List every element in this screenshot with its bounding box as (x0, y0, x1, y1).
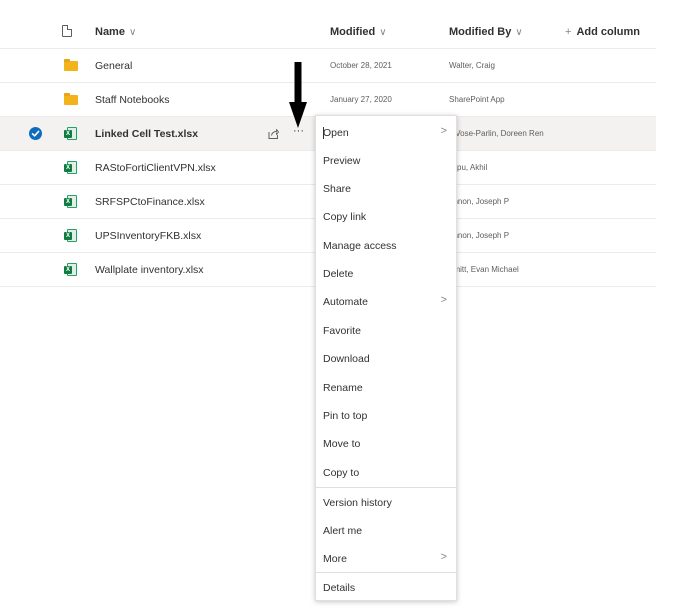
menu-item-alert-me-label: Alert me (323, 525, 363, 537)
modified-by: annon, Joseph P (449, 231, 510, 240)
menu-item-download[interactable]: Download (316, 344, 456, 372)
menu-item-delete[interactable]: Delete (316, 259, 456, 287)
menu-item-delete-label: Delete (323, 268, 354, 280)
add-column-label: Add column (576, 26, 640, 38)
menu-item-copy-link-label: Copy link (323, 211, 367, 223)
modified-by: annon, Joseph P (449, 197, 510, 206)
file-name[interactable]: UPSInventoryFKB.xlsx (95, 230, 201, 242)
down-arrow-annotation (289, 62, 307, 128)
share-icon[interactable] (267, 127, 279, 139)
excel-file-icon: X (64, 195, 77, 208)
menu-item-favorite-label: Favorite (323, 325, 361, 337)
document-icon[interactable] (62, 25, 72, 37)
chevron-down-icon: ∨ (379, 27, 387, 38)
chevron-right-icon: > (440, 294, 447, 306)
menu-item-automate[interactable]: Automate > (316, 287, 456, 315)
column-header-modified[interactable]: Modified ∨ (330, 26, 387, 38)
menu-item-version-history[interactable]: Version history (316, 488, 456, 516)
menu-item-favorite[interactable]: Favorite (316, 316, 456, 344)
file-name[interactable]: RAStoFortiClientVPN.xlsx (95, 162, 216, 174)
context-menu: Open > Preview Share Copy link Manage ac… (315, 115, 457, 601)
table-row[interactable]: General October 28, 2021 Walter, Craig (0, 49, 656, 83)
menu-item-more-label: More (323, 553, 347, 565)
chevron-right-icon: > (440, 551, 447, 563)
file-name[interactable]: SRFSPCtoFinance.xlsx (95, 196, 205, 208)
menu-item-rename-label: Rename (323, 382, 363, 394)
modified-date: January 27, 2020 (330, 95, 392, 104)
menu-item-automate-label: Automate (323, 296, 368, 308)
column-header-modified-by[interactable]: Modified By ∨ (449, 26, 523, 38)
menu-item-alert-me[interactable]: Alert me (316, 516, 456, 544)
checkmark-icon (31, 130, 40, 137)
column-header-modified-by-label: Modified By (449, 26, 512, 38)
menu-item-details[interactable]: Details (316, 573, 456, 601)
plus-icon: + (565, 26, 572, 38)
column-header-name-label: Name (95, 26, 125, 38)
add-column-button[interactable]: + Add column (565, 26, 640, 38)
menu-item-pin-to-top[interactable]: Pin to top (316, 401, 456, 429)
excel-file-icon: X (64, 161, 77, 174)
modified-by: SharePoint App (449, 95, 505, 104)
menu-item-open[interactable]: Open > (316, 118, 456, 146)
column-header-modified-label: Modified (330, 26, 376, 38)
folder-icon (64, 59, 78, 71)
menu-item-copy-link[interactable]: Copy link (316, 202, 456, 230)
column-header-name[interactable]: Name ∨ (95, 26, 136, 38)
chevron-right-icon: > (440, 125, 447, 137)
modified-date: October 28, 2021 (330, 61, 392, 70)
file-name[interactable]: General (95, 60, 132, 72)
menu-item-copy-to-label: Copy to (323, 467, 360, 479)
menu-item-pin-to-top-label: Pin to top (323, 410, 368, 422)
menu-item-manage-access[interactable]: Manage access (316, 231, 456, 259)
file-name[interactable]: Staff Notebooks (95, 94, 170, 106)
menu-item-copy-to[interactable]: Copy to (316, 458, 456, 486)
chevron-down-icon: ∨ (515, 27, 523, 38)
table-row[interactable]: Staff Notebooks January 27, 2020 SharePo… (0, 83, 656, 117)
modified-by: elVose-Parlin, Doreen Ren (449, 129, 544, 138)
menu-item-version-history-label: Version history (323, 497, 392, 509)
menu-item-share-label: Share (323, 183, 352, 195)
menu-item-share[interactable]: Share (316, 174, 456, 202)
menu-item-move-to-label: Move to (323, 438, 361, 450)
menu-item-open-label: Open (323, 127, 349, 139)
menu-item-rename[interactable]: Rename (316, 373, 456, 401)
menu-item-preview[interactable]: Preview (316, 146, 456, 174)
menu-item-download-label: Download (323, 353, 370, 365)
list-header: Name ∨ Modified ∨ Modified By ∨ + Add column (0, 16, 656, 49)
menu-item-details-label: Details (323, 582, 356, 594)
menu-item-more[interactable]: More > (316, 544, 456, 572)
menu-item-preview-label: Preview (323, 155, 361, 167)
excel-file-icon: X (64, 229, 77, 242)
menu-item-move-to[interactable]: Move to (316, 429, 456, 457)
chevron-down-icon: ∨ (128, 27, 137, 38)
modified-by: hmitt, Evan Michael (449, 265, 519, 274)
modified-by: Walter, Craig (449, 61, 495, 70)
file-name[interactable]: Linked Cell Test.xlsx (95, 128, 198, 140)
menu-item-manage-access-label: Manage access (323, 240, 397, 252)
folder-icon (64, 93, 78, 105)
checkmark-circle-icon[interactable] (29, 127, 42, 140)
excel-file-icon: X (64, 263, 77, 276)
excel-file-icon: X (64, 127, 77, 140)
file-name[interactable]: Wallplate inventory.xlsx (95, 264, 204, 276)
